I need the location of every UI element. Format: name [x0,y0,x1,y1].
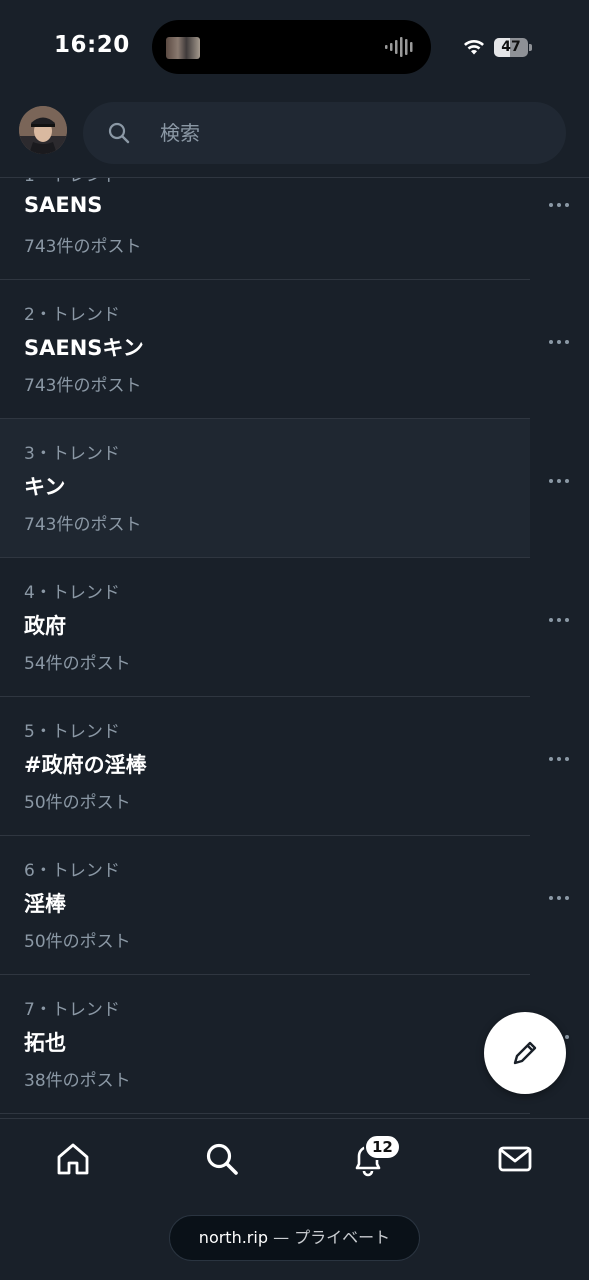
trend-count: 38件のポスト [24,1071,131,1091]
trend-count: 743件のポスト [24,376,142,396]
status-bar: 16:20 47 [0,0,589,92]
trend-meta: 1・トレンド [24,178,120,186]
trend-count: 743件のポスト [24,237,142,257]
trend-count: 743件のポスト [24,515,142,535]
bottom-nav: 12 north.rip — プライベート [0,1118,589,1280]
trend-meta: 4・トレンド [24,583,120,603]
search-tab-icon[interactable] [202,1139,242,1179]
trend-title: SAENSキン [24,336,144,360]
search-header: 検索 [0,92,589,178]
trend-title: SAENS [24,193,103,217]
trend-item-1[interactable]: 1・トレンド SAENS 743件のポスト [0,178,530,280]
more-icon[interactable] [547,894,571,902]
battery-level: 47 [501,39,521,55]
trend-list: 1・トレンド SAENS 743件のポスト 2・トレンド SAENSキン 743… [0,178,589,1118]
more-icon[interactable] [547,477,571,485]
trend-title: #政府の淫棒 [24,753,147,777]
trend-title: 拓也 [24,1031,66,1055]
battery-icon: 47 [494,38,532,57]
trend-title: 淫棒 [24,892,66,916]
avatar-image [19,106,67,154]
home-icon[interactable] [53,1139,93,1179]
search-icon [108,122,130,144]
trend-item-7[interactable]: 7・トレンド 拓也 38件のポスト [0,975,530,1114]
url-host: north.rip [198,1228,268,1247]
trend-item-4[interactable]: 4・トレンド 政府 54件のポスト [0,558,530,697]
trend-item-6[interactable]: 6・トレンド 淫棒 50件のポスト [0,836,530,975]
trend-meta: 7・トレンド [24,1000,120,1020]
audio-wave-icon [385,37,413,57]
trend-count: 54件のポスト [24,654,131,674]
trend-item-5[interactable]: 5・トレンド #政府の淫棒 50件のポスト [0,697,530,836]
trend-title: 政府 [24,614,66,638]
more-icon[interactable] [547,755,571,763]
more-icon[interactable] [547,338,571,346]
search-placeholder: 検索 [160,121,200,145]
trend-item-3[interactable]: 3・トレンド キン 743件のポスト [0,419,530,558]
url-separator: — [273,1228,290,1247]
private-mode-label: プライベート [294,1228,391,1247]
notification-badge: 12 [364,1134,401,1160]
search-input[interactable]: 検索 [83,102,566,164]
more-icon[interactable] [547,616,571,624]
wifi-icon [464,40,484,55]
trend-count: 50件のポスト [24,932,131,952]
trend-meta: 3・トレンド [24,444,120,464]
compose-icon [513,1041,537,1065]
trend-meta: 5・トレンド [24,722,120,742]
now-playing-thumbnail [166,37,200,59]
browser-url-pill[interactable]: north.rip — プライベート [169,1215,420,1261]
trend-count: 50件のポスト [24,793,131,813]
trend-meta: 6・トレンド [24,861,120,881]
trend-meta: 2・トレンド [24,305,120,325]
compose-button[interactable] [484,1012,566,1094]
dynamic-island [152,20,431,74]
trend-title: キン [24,475,66,499]
avatar[interactable] [19,106,67,154]
mail-icon[interactable] [495,1139,535,1179]
status-time: 16:20 [54,32,130,58]
trend-item-2[interactable]: 2・トレンド SAENSキン 743件のポスト [0,280,530,419]
more-icon[interactable] [547,201,571,209]
